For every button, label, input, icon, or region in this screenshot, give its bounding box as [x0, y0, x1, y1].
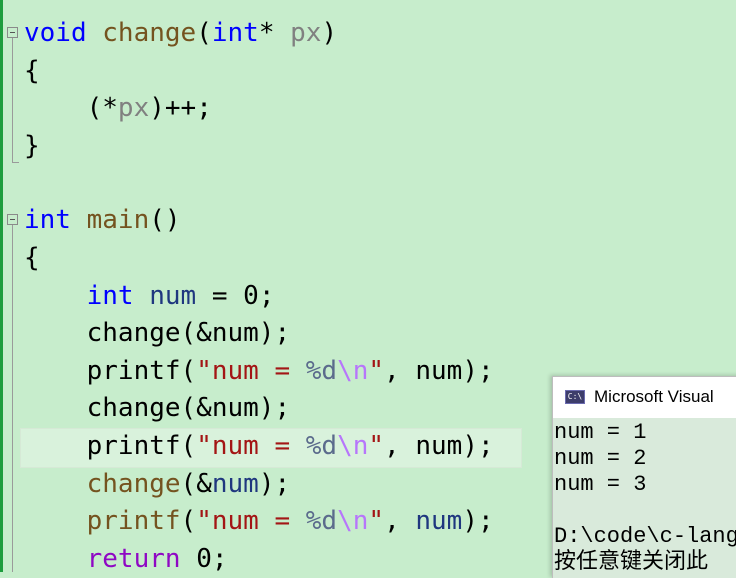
code-line: change(&num); [24, 466, 291, 502]
code-line: (*px)++; [24, 90, 212, 126]
console-line: D:\code\c-lang [554, 524, 736, 549]
console-line: num = 3 [554, 472, 647, 497]
code-token: num [149, 281, 197, 311]
code-token: num [415, 506, 463, 536]
code-token: " [368, 506, 385, 536]
console-app-icon: C:\ [565, 390, 585, 404]
code-token: " [368, 431, 385, 461]
code-token: int [86, 281, 134, 311]
code-token: change [86, 469, 181, 499]
code-line: int num = 0; [24, 278, 275, 314]
code-token: "num = [196, 356, 306, 386]
code-line: printf("num = %d\n", num); [24, 503, 494, 539]
code-token: ) [321, 18, 338, 48]
code-token: int [211, 18, 259, 48]
code-token: ( [196, 18, 212, 48]
code-token: } [24, 131, 40, 161]
code-token: %d [305, 431, 338, 461]
console-line: 按任意键关闭此 [554, 550, 709, 575]
code-line: { [24, 240, 40, 276]
code-line: } [24, 128, 40, 164]
code-token: ); [258, 469, 291, 499]
code-line: int main() [24, 202, 181, 238]
code-token: ); [462, 506, 494, 536]
popup-title: Microsoft Visual [594, 387, 714, 406]
console-line: num = 2 [554, 446, 647, 471]
code-token: "num = [196, 431, 306, 461]
code-token: printf( [24, 431, 197, 461]
code-token: = 0; [196, 281, 275, 311]
code-token: )++; [149, 93, 212, 123]
code-line: change(&num); [24, 315, 291, 351]
code-token: void [24, 18, 87, 48]
code-token: , num); [384, 356, 494, 386]
code-token: () [149, 205, 181, 235]
code-line: printf("num = %d\n", num); [24, 353, 494, 389]
popup-title-bar[interactable]: C:\ Microsoft Visual [553, 377, 736, 417]
code-token: printf [86, 506, 181, 536]
code-line: change(&num); [24, 390, 291, 426]
code-token: "num = [196, 506, 306, 536]
code-token: * [258, 18, 291, 48]
code-line: { [24, 53, 40, 89]
code-token: (& [180, 469, 212, 499]
collapse-icon[interactable] [7, 214, 18, 225]
code-token: printf( [24, 356, 197, 386]
code-token: , [384, 506, 416, 536]
code-token: (* [24, 93, 118, 123]
console-preview-popup[interactable]: C:\ Microsoft Visual num = 1 num = 2 num… [552, 376, 736, 578]
code-token: { [24, 243, 40, 273]
code-token: { [24, 56, 40, 86]
code-token: 0; [180, 544, 228, 574]
code-line: void change(int* px) [24, 15, 337, 51]
code-token: num [211, 469, 259, 499]
code-token: change(&num); [24, 318, 291, 348]
code-token: main [86, 205, 150, 235]
code-line: printf("num = %d\n", num); [24, 428, 494, 464]
code-token: px [290, 18, 322, 48]
code-token: %d [305, 356, 338, 386]
code-token: , num); [384, 431, 494, 461]
code-token: return [86, 544, 181, 574]
code-token: change(&num); [24, 393, 291, 423]
code-token: int [24, 205, 71, 235]
console-output: num = 1 num = 2 num = 3 D:\code\c-lang 按… [553, 418, 736, 578]
code-token: " [368, 356, 385, 386]
code-token: change [102, 18, 197, 48]
fold-guide [12, 38, 13, 162]
code-token: \n [337, 506, 369, 536]
code-token: px [117, 93, 150, 123]
fold-guide [12, 225, 13, 572]
code-token: \n [337, 356, 369, 386]
code-token: %d [305, 506, 338, 536]
code-token: ( [180, 506, 197, 536]
collapse-icon[interactable] [7, 27, 18, 38]
code-token: \n [337, 431, 369, 461]
fold-guide-end [12, 162, 19, 163]
console-line: num = 1 [554, 420, 647, 445]
